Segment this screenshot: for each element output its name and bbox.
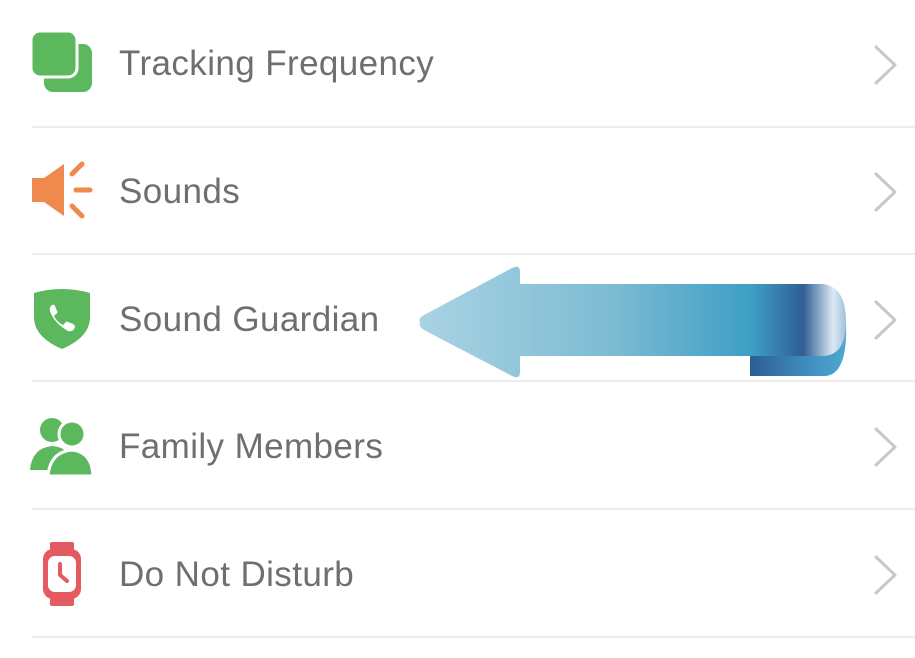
menu-item-tracking-frequency[interactable]: Tracking Frequency (0, 0, 915, 127)
divider (32, 636, 915, 638)
menu-item-label: Family Members (119, 427, 384, 466)
menu-item-do-not-disturb[interactable]: Do Not Disturb (0, 510, 915, 637)
chevron-right-icon (870, 298, 900, 342)
chevron-right-icon (870, 170, 900, 214)
menu-item-label: Tracking Frequency (119, 44, 435, 83)
menu-item-family-members[interactable]: Family Members (0, 382, 915, 509)
tracking-frequency-icon (30, 30, 94, 94)
chevron-right-icon (870, 425, 900, 469)
menu-item-label: Sounds (119, 172, 241, 211)
callout-arrow-left (416, 262, 852, 384)
speaker-icon (30, 158, 94, 222)
chevron-right-icon (870, 43, 900, 87)
menu-item-label: Sound Guardian (119, 300, 380, 339)
watch-icon (30, 542, 94, 606)
family-members-icon (30, 414, 94, 478)
chevron-right-icon (870, 553, 900, 597)
menu-item-label: Do Not Disturb (119, 555, 355, 594)
settings-page: Tracking Frequency Sounds Sound Guardian… (0, 0, 915, 658)
shield-phone-icon (30, 287, 94, 351)
menu-item-sounds[interactable]: Sounds (0, 128, 915, 255)
